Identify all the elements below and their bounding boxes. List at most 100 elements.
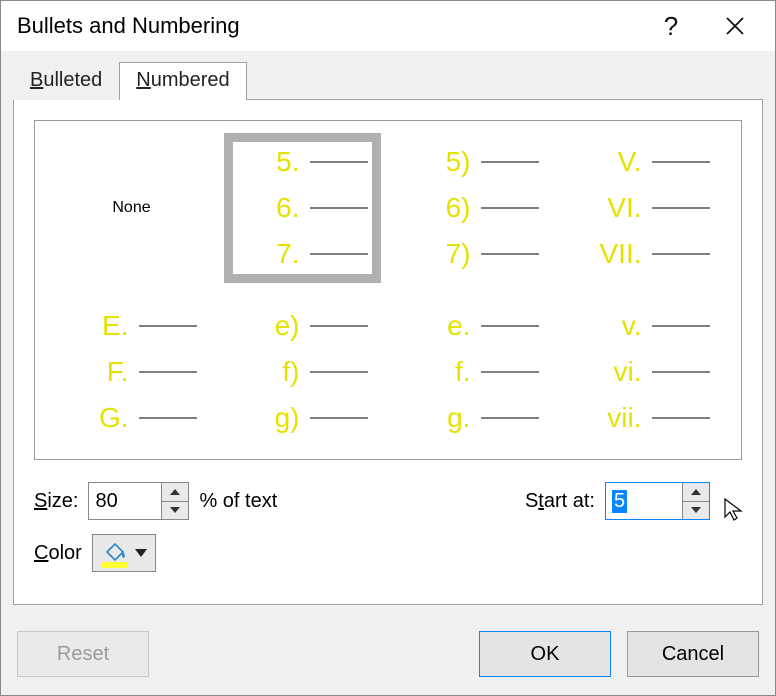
text-line	[139, 371, 197, 373]
color-label: Color	[34, 542, 82, 565]
text-line	[652, 207, 710, 209]
bullets-numbering-dialog: Bullets and Numbering ? Bulleted Numbere…	[0, 0, 776, 696]
number-label: v.	[580, 310, 642, 342]
number-label: f.	[409, 356, 471, 388]
tab-bulleted[interactable]: Bulleted	[13, 62, 119, 100]
number-label: 6)	[409, 192, 471, 224]
text-line	[310, 371, 368, 373]
preview-row: vi.	[580, 356, 710, 388]
start-at-label: Start at:	[525, 490, 595, 513]
style-latin-lower-period[interactable]: e. f. g.	[395, 297, 552, 447]
preview-row: 7.	[238, 238, 368, 270]
preview-row: 5)	[409, 146, 539, 178]
number-label: E.	[67, 310, 129, 342]
text-line	[481, 207, 539, 209]
text-line	[481, 417, 539, 419]
number-label: VI.	[580, 192, 642, 224]
number-label: vi.	[580, 356, 642, 388]
preview-row: 7)	[409, 238, 539, 270]
close-icon	[726, 17, 744, 35]
number-label: 6.	[238, 192, 300, 224]
text-line	[139, 325, 197, 327]
number-label: V.	[580, 146, 642, 178]
text-line	[310, 253, 368, 255]
close-button[interactable]	[703, 1, 767, 51]
color-picker-button[interactable]	[92, 534, 156, 572]
text-line	[652, 325, 710, 327]
text-line	[310, 207, 368, 209]
preview-row: VI.	[580, 192, 710, 224]
style-arabic-paren[interactable]: 5) 6) 7)	[395, 133, 552, 283]
start-at-decrement[interactable]	[683, 501, 709, 520]
panel-numbered: None 5. 6. 7. 5) 6) 7) V. VI. VII. E. F. G. e) f) g) e. f…	[13, 99, 763, 605]
text-line	[310, 417, 368, 419]
preview-row: f)	[238, 356, 368, 388]
number-label: G.	[67, 402, 129, 434]
text-line	[481, 371, 539, 373]
preview-row: v.	[580, 310, 710, 342]
style-latin-upper[interactable]: E. F. G.	[53, 297, 210, 447]
ok-button[interactable]: OK	[479, 631, 611, 677]
number-label: g.	[409, 402, 471, 434]
text-line	[481, 253, 539, 255]
help-button[interactable]: ?	[639, 1, 703, 51]
number-label: 5.	[238, 146, 300, 178]
paint-bucket-icon	[101, 540, 127, 564]
text-line	[310, 325, 368, 327]
size-spinner[interactable]	[88, 482, 189, 520]
style-arabic-period[interactable]: 5. 6. 7.	[224, 133, 381, 283]
dialog-footer: Reset OK Cancel	[1, 617, 775, 695]
text-line	[652, 253, 710, 255]
text-line	[652, 371, 710, 373]
controls-row: Size: % of text Start at: 5	[34, 482, 742, 520]
preview-row: f.	[409, 356, 539, 388]
text-line	[481, 161, 539, 163]
number-label: 5)	[409, 146, 471, 178]
size-input[interactable]	[89, 483, 161, 519]
preview-row: 5.	[238, 146, 368, 178]
number-label: e.	[409, 310, 471, 342]
cancel-button[interactable]: Cancel	[627, 631, 759, 677]
number-label: e)	[238, 310, 300, 342]
style-latin-lower-paren[interactable]: e) f) g)	[224, 297, 381, 447]
color-row: Color	[34, 534, 742, 572]
titlebar: Bullets and Numbering ?	[1, 1, 775, 51]
preview-row: 6)	[409, 192, 539, 224]
number-label: F.	[67, 356, 129, 388]
start-at-increment[interactable]	[683, 483, 709, 501]
preview-row: G.	[67, 402, 197, 434]
text-line	[652, 161, 710, 163]
reset-button: Reset	[17, 631, 149, 677]
cursor-icon	[724, 498, 746, 524]
tabs: Bulleted Numbered	[1, 51, 775, 99]
number-label: g)	[238, 402, 300, 434]
tab-numbered[interactable]: Numbered	[119, 62, 246, 100]
preview-row: g)	[238, 402, 368, 434]
text-line	[652, 417, 710, 419]
size-increment[interactable]	[162, 483, 188, 501]
start-at-input[interactable]: 5	[606, 483, 682, 519]
number-label: f)	[238, 356, 300, 388]
text-line	[139, 417, 197, 419]
preview-row: E.	[67, 310, 197, 342]
style-none[interactable]: None	[53, 133, 210, 283]
text-line	[310, 161, 368, 163]
number-label: 7)	[409, 238, 471, 270]
style-roman-upper[interactable]: V. VI. VII.	[566, 133, 723, 283]
numbering-preview-grid: None 5. 6. 7. 5) 6) 7) V. VI. VII. E. F. G. e) f) g) e. f…	[34, 120, 742, 460]
preview-row: VII.	[580, 238, 710, 270]
preview-row: g.	[409, 402, 539, 434]
dropdown-icon	[135, 549, 147, 557]
number-label: VII.	[580, 238, 642, 270]
size-label: Size:	[34, 490, 78, 513]
number-label: vii.	[580, 402, 642, 434]
preview-row: vii.	[580, 402, 710, 434]
style-roman-lower[interactable]: v. vi. vii.	[566, 297, 723, 447]
size-decrement[interactable]	[162, 501, 188, 520]
percent-of-text-label: % of text	[199, 490, 277, 513]
preview-row: 6.	[238, 192, 368, 224]
preview-row: V.	[580, 146, 710, 178]
color-swatch	[101, 562, 127, 568]
start-at-spinner[interactable]: 5	[605, 482, 710, 520]
none-label: None	[112, 199, 150, 217]
